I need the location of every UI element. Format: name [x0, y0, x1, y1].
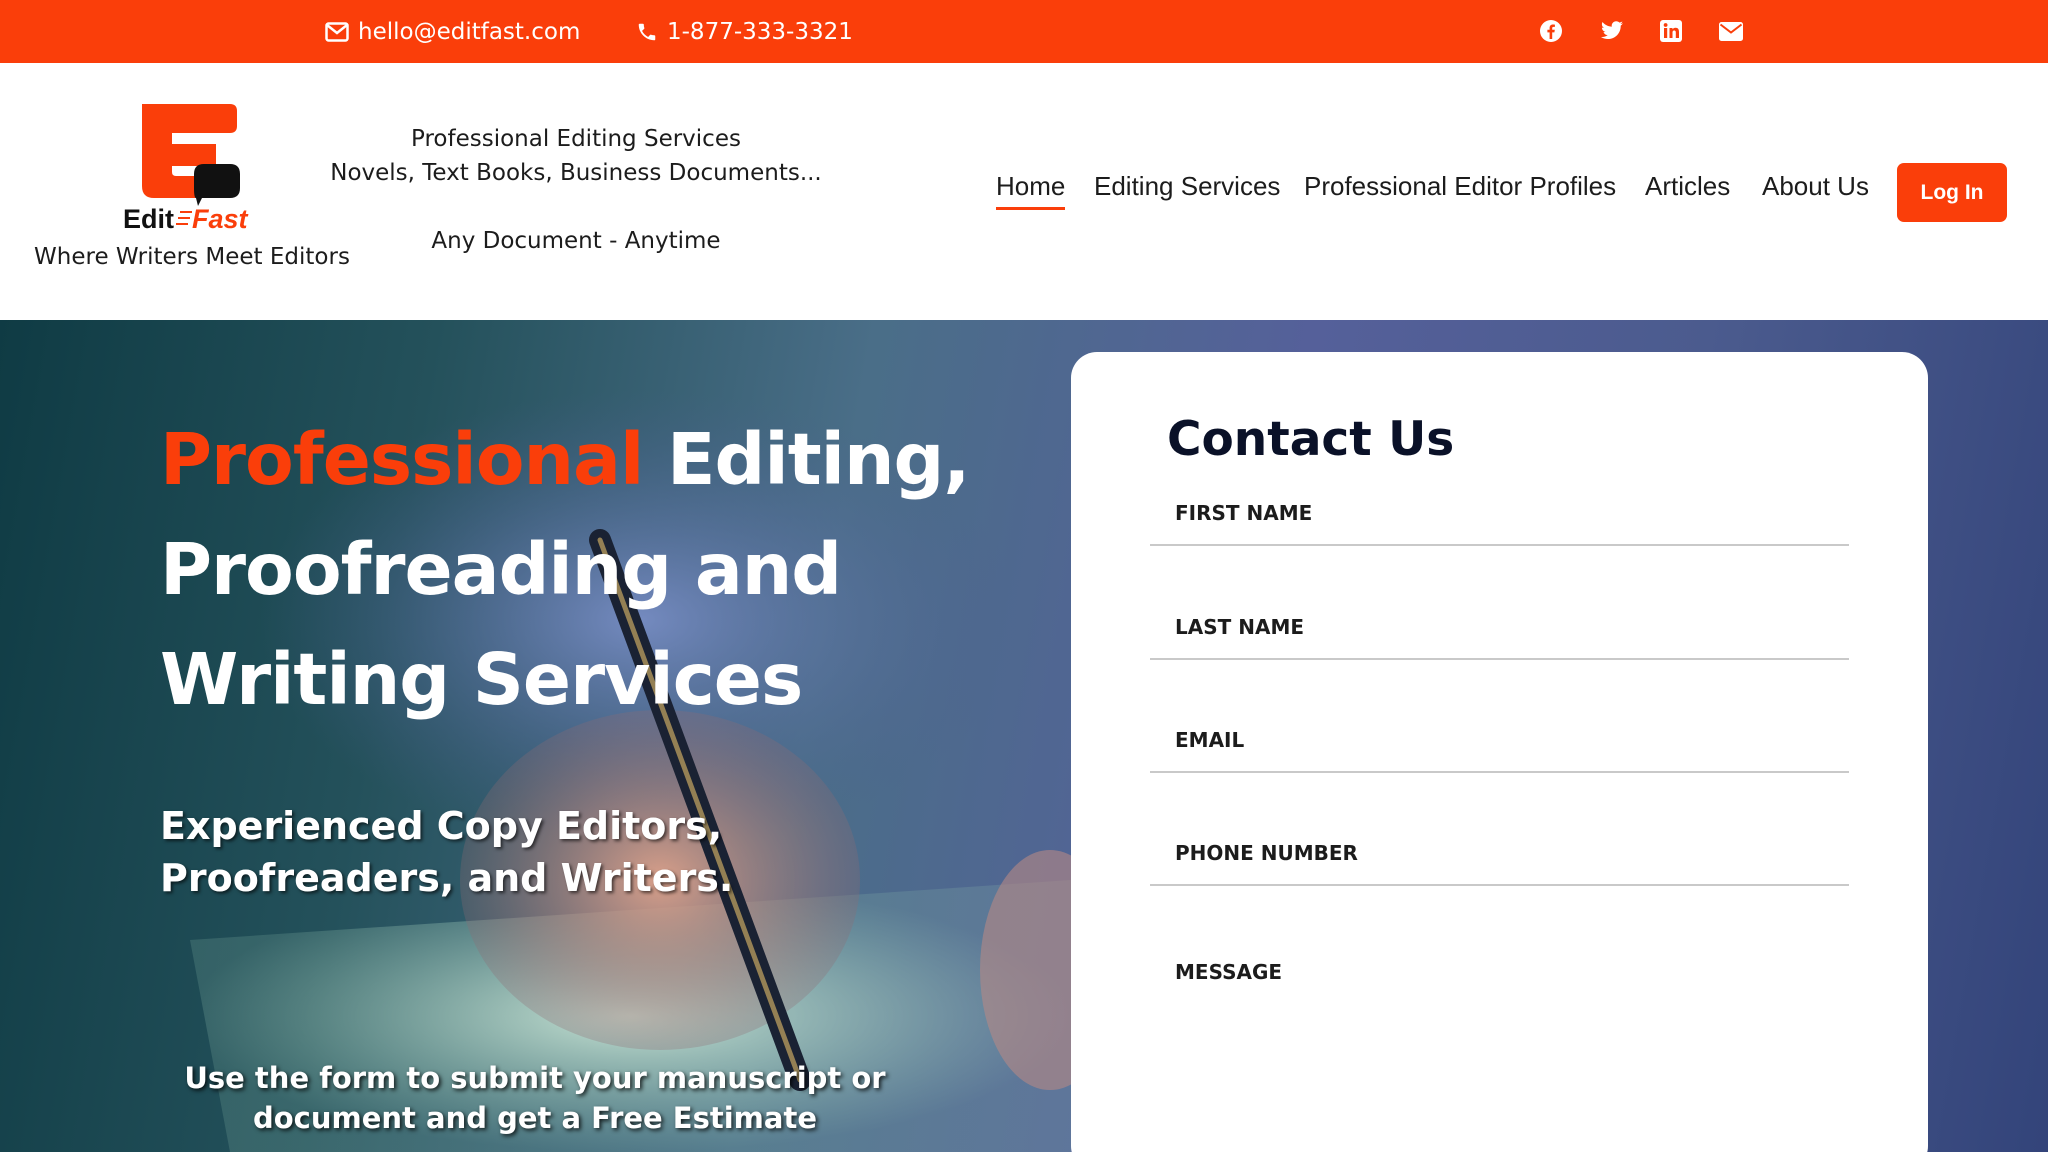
hero-title: Professional Editing, Proofreading and W… — [160, 405, 1060, 735]
linkedin-icon[interactable] — [1656, 16, 1686, 46]
nav-item-home[interactable]: Home — [996, 171, 1066, 210]
topbar-phone-text: 1-877-333-3321 — [667, 18, 853, 45]
facebook-icon[interactable] — [1536, 16, 1566, 46]
nav-item-editor-profiles[interactable]: Professional Editor Profiles — [1304, 171, 1616, 202]
contact-form-title: Contact Us — [1167, 412, 1455, 467]
nav-item-articles[interactable]: Articles — [1645, 171, 1730, 202]
hero-note-line-2: document and get a Free Estimate — [252, 1101, 817, 1135]
site-tagline: Where Writers Meet Editors — [34, 244, 350, 270]
hero-title-part-3: Writing Services — [160, 638, 803, 721]
topbar-phone-link[interactable]: 1-877-333-3321 — [636, 0, 853, 63]
hero-subtitle-line-1: Experienced Copy Editors, — [160, 804, 723, 848]
promo-line-1: Professional Editing Services — [411, 126, 741, 152]
site-header: Edit Fast Where Writers Meet Editors Pro… — [0, 63, 2048, 320]
message-field[interactable] — [1150, 960, 1849, 1140]
last-name-field[interactable] — [1150, 596, 1849, 660]
editfast-logo[interactable]: Edit Fast — [118, 102, 258, 234]
hero-title-part-1: Editing, — [667, 418, 970, 501]
logo-word-fast: Fast — [192, 204, 249, 232]
top-bar: hello@editfast.com 1-877-333-3321 — [0, 0, 2048, 63]
first-name-field[interactable] — [1150, 482, 1849, 546]
contact-form-card: Contact Us — [1071, 352, 1928, 1152]
promo-line-2: Novels, Text Books, Business Documents..… — [330, 160, 822, 186]
envelope-icon — [325, 21, 349, 42]
logo-word-edit: Edit — [123, 204, 174, 232]
topbar-email-text: hello@editfast.com — [358, 18, 581, 45]
nav-item-editing-services[interactable]: Editing Services — [1094, 171, 1280, 202]
login-button[interactable]: Log In — [1897, 163, 2007, 222]
phone-number-field[interactable] — [1150, 822, 1849, 886]
hero-title-accent: Professional — [160, 418, 644, 501]
hero-note-line-1: Use the form to submit your manuscript o… — [184, 1061, 886, 1095]
hero-title-part-2: Proofreading and — [160, 528, 842, 611]
topbar-email-link[interactable]: hello@editfast.com — [325, 0, 580, 63]
hero-subtitle: Experienced Copy Editors, Proofreaders, … — [160, 800, 760, 904]
hero-note: Use the form to submit your manuscript o… — [180, 1058, 890, 1138]
twitter-icon[interactable] — [1597, 16, 1627, 46]
promo-line-3: Any Document - Anytime — [431, 228, 721, 254]
email-field[interactable] — [1150, 709, 1849, 773]
phone-icon — [638, 23, 656, 40]
mail-social-icon[interactable] — [1716, 16, 1746, 46]
hero-subtitle-line-2: Proofreaders, and Writers. — [160, 856, 734, 900]
nav-item-about-us[interactable]: About Us — [1762, 171, 1869, 202]
